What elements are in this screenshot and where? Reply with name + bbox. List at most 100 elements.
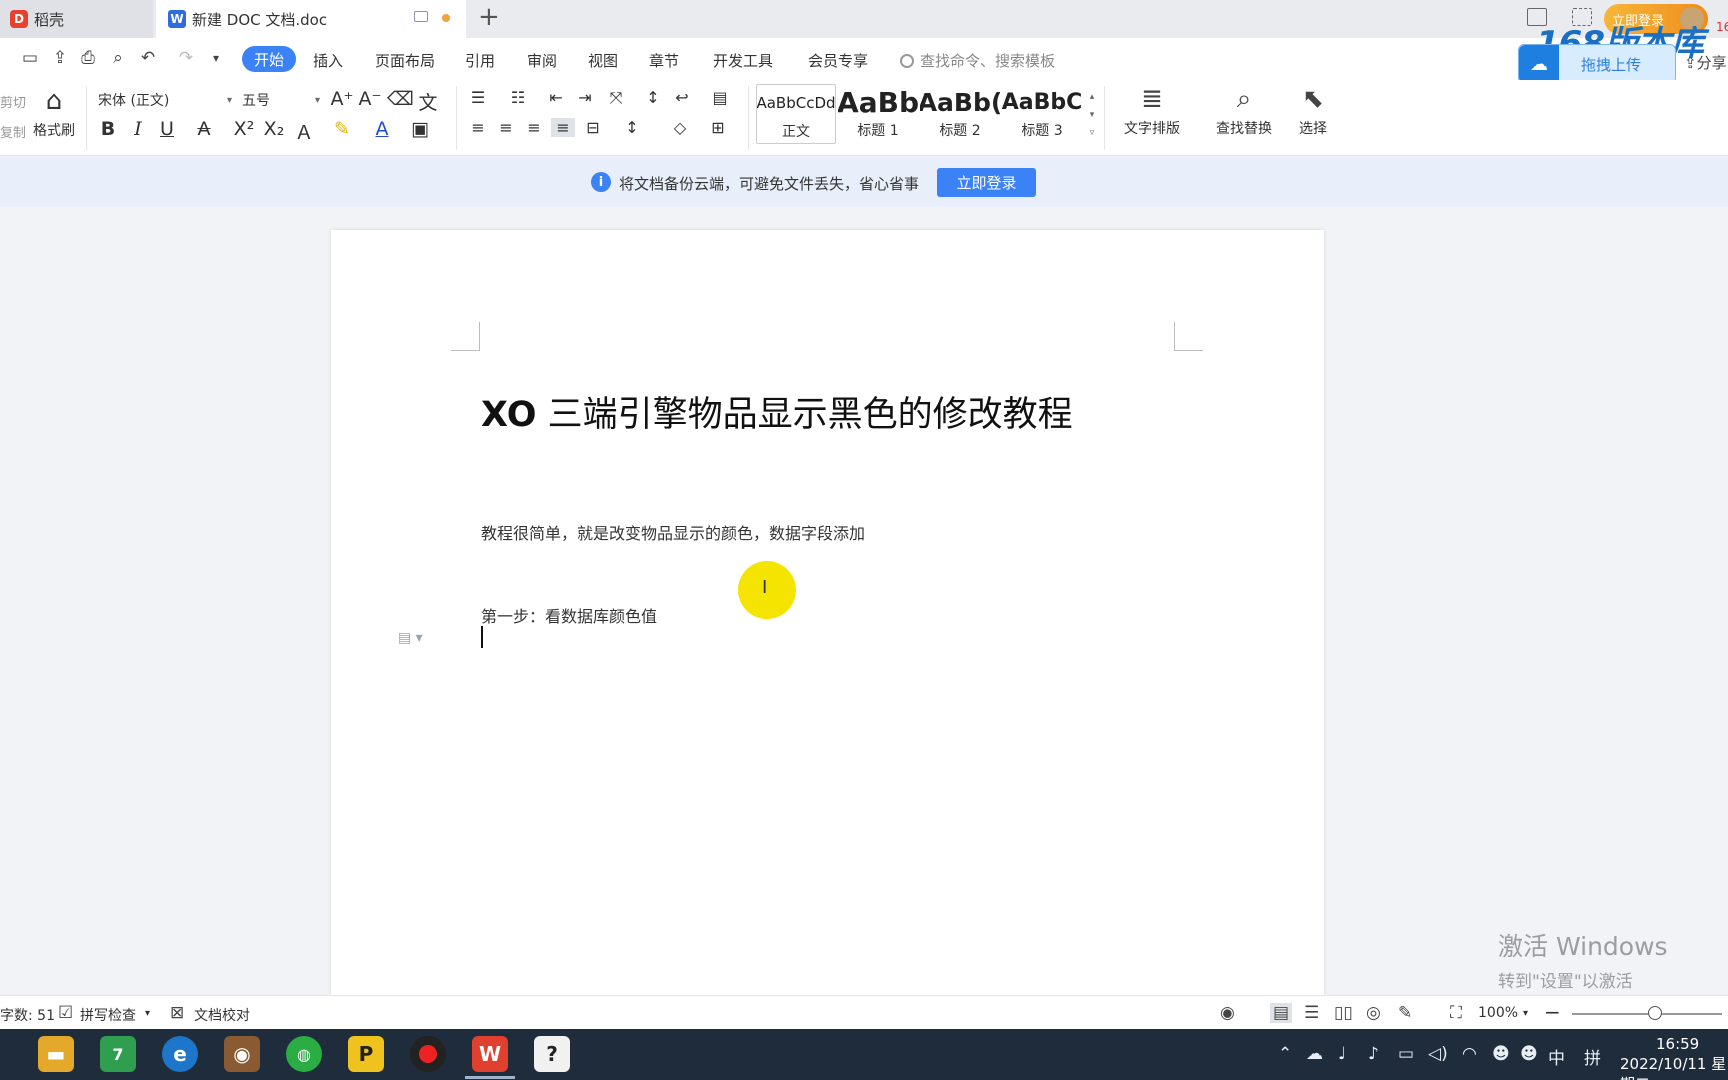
align-left-icon[interactable]: ≡ [466, 118, 490, 137]
qq-icon[interactable]: ☻ [1492, 1044, 1510, 1064]
menu-references[interactable]: 引用 [465, 50, 495, 71]
decrease-indent-icon[interactable]: ⇤ [544, 88, 568, 107]
character-border-icon[interactable]: ▣ [408, 118, 432, 140]
numbered-list-icon[interactable]: ☷ [506, 88, 530, 107]
expand-gallery-icon[interactable]: ▿ [1086, 124, 1098, 142]
grow-font-icon[interactable]: A⁺ [330, 88, 354, 110]
show-marks-icon[interactable]: ↩ [670, 88, 694, 107]
borders-icon[interactable]: ⊞ [706, 118, 730, 137]
shading-icon[interactable]: ◇ [668, 118, 692, 137]
zoom-slider-handle[interactable] [1648, 1006, 1662, 1020]
web-view-icon[interactable]: ◎ [1366, 1003, 1381, 1023]
document-paragraph[interactable]: 教程很简单，就是改变物品显示的颜色，数据字段添加 [481, 520, 865, 544]
superscript-icon[interactable]: X² [232, 118, 256, 140]
subscript-icon[interactable]: X₂ [262, 118, 286, 140]
menu-page-layout[interactable]: 页面布局 [375, 50, 435, 71]
phonetic-guide-icon[interactable]: 文 [416, 88, 440, 115]
tab-document[interactable]: W 新建 DOC 文档.doc [156, 0, 466, 38]
chevron-down-icon[interactable]: ▾ [1523, 1008, 1528, 1019]
document-title[interactable]: XO 三端引擎物品显示黑色的修改教程 [481, 386, 1073, 437]
chevron-down-icon[interactable]: ▾ [1086, 106, 1098, 124]
menu-chapter[interactable]: 章节 [649, 50, 679, 71]
select-button[interactable]: ⬉ 选择 [1290, 84, 1336, 138]
command-search[interactable]: 查找命令、搜索模板 [900, 50, 1055, 71]
share-button[interactable]: ⇪分享 [1684, 52, 1727, 73]
font-size-select[interactable]: 五号 ▾ [238, 88, 324, 112]
style-heading-2[interactable]: AaBb( 标题 2 [920, 84, 1000, 144]
game-app-icon[interactable]: ◉ [224, 1036, 260, 1072]
monitor-icon[interactable] [414, 11, 428, 22]
qq-icon-2[interactable]: ☻ [1520, 1044, 1538, 1064]
text-effect-icon[interactable]: Ａ [292, 118, 316, 145]
paragraph-options-icon[interactable]: ▤ ▾ [398, 630, 423, 646]
align-right-icon[interactable]: ≡ [522, 118, 546, 137]
menu-home[interactable]: 开始 [242, 46, 296, 72]
justify-icon[interactable]: ≡ [551, 118, 575, 137]
doc-proof-button[interactable]: 文档校对 [194, 1005, 250, 1025]
customize-chevron-icon[interactable]: ▾ [206, 48, 226, 68]
chevron-down-icon[interactable]: ▾ [145, 1008, 150, 1019]
format-painter-button[interactable]: ⌂ 格式刷 [30, 86, 78, 140]
document-workspace[interactable]: XO 三端引擎物品显示黑色的修改教程 教程很简单，就是改变物品显示的颜色，数据字… [0, 207, 1728, 995]
eye-protection-icon[interactable]: ◉ [1220, 1003, 1235, 1023]
zoom-level[interactable]: 100% [1478, 1005, 1518, 1021]
distribute-icon[interactable]: ⊟ [581, 118, 605, 137]
shrink-font-icon[interactable]: A⁻ [358, 88, 382, 110]
align-center-icon[interactable]: ≡ [494, 118, 518, 137]
redo-icon[interactable]: ↷ [176, 48, 196, 68]
line-spacing-icon[interactable]: ↕ [620, 118, 644, 137]
edge-browser-icon[interactable]: e [162, 1036, 198, 1072]
volume-icon[interactable]: ◁) [1428, 1044, 1448, 1064]
export-pdf-icon[interactable]: ⇪ [50, 48, 70, 68]
tab-daoke[interactable]: D 稻壳 [0, 0, 153, 38]
save-icon[interactable]: ▭ [20, 48, 40, 68]
notes-app-icon[interactable]: ? [534, 1036, 570, 1072]
print-icon[interactable]: ⎙ [78, 48, 98, 68]
wps-office-icon[interactable]: W [472, 1036, 508, 1072]
page-view-icon[interactable]: ▤ [1270, 1003, 1293, 1023]
document-paragraph[interactable]: 第一步：看数据库颜色值 [481, 603, 657, 627]
style-heading-1[interactable]: AaBb 标题 1 [838, 84, 918, 144]
zoom-out-button[interactable]: − [1544, 1000, 1561, 1024]
zoom-slider[interactable] [1572, 1013, 1722, 1015]
chevron-up-icon[interactable]: ▴ [1086, 88, 1098, 106]
outline-view-icon[interactable]: ☰ [1304, 1003, 1319, 1023]
style-gallery-scroll[interactable]: ▴ ▾ ▿ [1086, 88, 1098, 144]
drag-upload-button[interactable]: ☁ 拖拽上传 [1518, 44, 1676, 84]
print-preview-icon[interactable]: ⌕ [108, 48, 128, 68]
style-heading-3[interactable]: AaBbC 标题 3 [1002, 84, 1082, 144]
file-explorer-icon[interactable]: ▬ [38, 1036, 74, 1072]
italic-icon[interactable]: I [126, 118, 150, 140]
menu-review[interactable]: 审阅 [527, 50, 557, 71]
app-seven-icon[interactable]: 7 [100, 1036, 136, 1072]
spell-check-button[interactable]: 拼写检查 [80, 1005, 136, 1025]
word-count[interactable]: 字数: 51 [0, 1005, 55, 1025]
highlight-icon[interactable]: ✎ [330, 118, 354, 140]
style-normal[interactable]: AaBbCcDd 正文 [756, 84, 836, 144]
notice-login-button[interactable]: 立即登录 [937, 168, 1036, 197]
menu-developer[interactable]: 开发工具 [713, 50, 773, 71]
undo-icon[interactable]: ↶ [138, 48, 158, 68]
system-clock[interactable]: 16:59 2022/10/11 星期二 [1620, 1034, 1728, 1080]
find-replace-button[interactable]: ⌕ 查找替换 [1206, 84, 1282, 138]
ime-language[interactable]: 中 [1548, 1044, 1565, 1069]
microphone-icon[interactable]: ♩ [1338, 1044, 1346, 1064]
menu-view[interactable]: 视图 [588, 50, 618, 71]
sort-icon[interactable]: ↕ [641, 88, 665, 107]
wifi-icon[interactable]: ◠ [1462, 1044, 1477, 1064]
wechat-icon[interactable]: ◍ [286, 1036, 322, 1072]
font-name-select[interactable]: 宋体 (正文) ▾ [94, 88, 236, 112]
reading-view-icon[interactable]: ▯▯ [1334, 1003, 1353, 1023]
bullet-list-icon[interactable]: ☰ [466, 88, 490, 107]
font-color-icon[interactable]: A [370, 118, 394, 140]
text-layout-button[interactable]: ≣ 文字排版 [1114, 84, 1190, 138]
write-mode-icon[interactable]: ✎ [1398, 1003, 1412, 1023]
menu-member[interactable]: 会员专享 [808, 50, 868, 71]
document-page[interactable]: XO 三端引擎物品显示黑色的修改教程 教程很简单，就是改变物品显示的颜色，数据字… [331, 230, 1324, 995]
strikethrough-icon[interactable]: A [192, 118, 216, 140]
chinese-layout-icon[interactable]: ⤧ [604, 88, 628, 108]
menu-insert[interactable]: 插入 [313, 50, 343, 71]
bold-icon[interactable]: B [96, 118, 120, 140]
underline-icon[interactable]: U [155, 118, 179, 140]
fit-page-icon[interactable]: ⛶ [1450, 1003, 1462, 1023]
